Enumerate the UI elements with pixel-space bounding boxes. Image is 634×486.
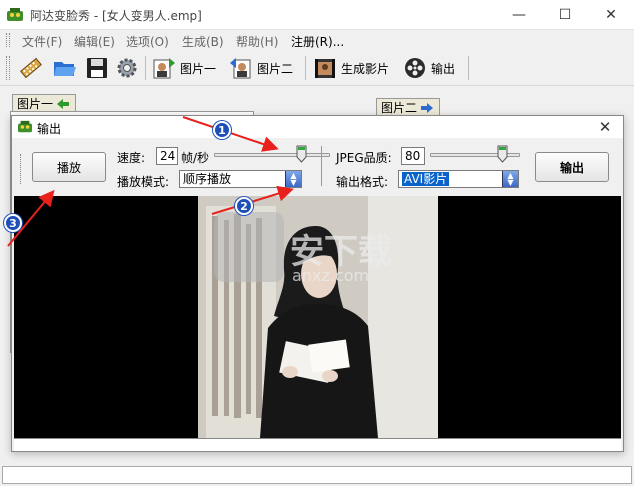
film-reel-icon — [405, 58, 425, 78]
output-toolbar-label: 输出 — [431, 61, 456, 76]
speed-label: 速度: — [117, 151, 146, 165]
picture2-panel-tab[interactable]: 图片二 — [376, 98, 440, 116]
picture-two-icon — [230, 58, 251, 79]
jpeg-quality-slider-thumb[interactable] — [497, 145, 508, 163]
picture1-panel-tab[interactable]: 图片一 — [12, 94, 76, 112]
jpeg-quality-label: JPEG品质: — [336, 151, 392, 165]
output-dialog: 输出 ✕ 播放 速度: 24 帧/秒 播放模式: 顺序播放 ▲ ▼ JPEG品质:… — [11, 115, 624, 452]
generate-movie-button[interactable]: 生成影片 — [312, 55, 389, 81]
output-format-label: 输出格式: — [336, 175, 389, 189]
speed-value[interactable]: 24 — [156, 147, 178, 165]
menu-options[interactable]: 选项(O) — [126, 33, 169, 50]
video-preview: 安下载 anxz.com — [14, 196, 621, 438]
output-format-value: AVI影片 — [402, 172, 450, 186]
play-mode-value: 顺序播放 — [183, 172, 232, 186]
menu-file[interactable]: 文件(F) — [22, 33, 62, 50]
picture-one-icon — [153, 58, 175, 79]
window-titlebar: 阿达变脸秀 - [女人变男人.emp] — ☐ ✕ — [0, 0, 634, 30]
output-format-select[interactable]: AVI影片 ▲ ▼ — [398, 170, 519, 188]
menu-edit[interactable]: 编辑(E) — [74, 33, 115, 50]
toolbar: 图片一 图片二 生成影片 输出 — [0, 50, 634, 86]
speed-slider-thumb[interactable] — [296, 145, 307, 163]
jpeg-quality-value[interactable]: 80 — [401, 147, 425, 165]
dialog-toolbar-grip — [20, 154, 23, 184]
dialog-app-icon — [18, 120, 32, 133]
menu-bar: 文件(F) 编辑(E) 选项(O) 生成(B) 帮助(H) 注册(R)... — [0, 30, 634, 50]
folder-open-icon — [54, 62, 76, 76]
toolbar-separator — [145, 56, 146, 80]
picture2-panel-tab-label: 图片二 — [381, 101, 418, 115]
picture1-label: 图片一 — [180, 61, 217, 76]
dialog-separator — [321, 146, 322, 186]
menu-grip — [6, 33, 10, 47]
speed-unit: 帧/秒 — [181, 151, 210, 165]
maximize-button[interactable]: ☐ — [542, 0, 588, 30]
open-button[interactable] — [52, 55, 78, 81]
play-button[interactable]: 播放 — [32, 152, 106, 182]
annotation-badge-1: 1 — [213, 121, 231, 139]
menu-build[interactable]: 生成(B) — [182, 33, 224, 50]
output-button[interactable]: 输出 — [535, 152, 609, 182]
window-title: 阿达变脸秀 - [女人变男人.emp] — [30, 9, 202, 23]
speed-slider-track[interactable] — [214, 153, 330, 157]
watermark-url: anxz.com — [292, 266, 370, 285]
picture1-panel-tab-label: 图片一 — [17, 97, 54, 111]
annotation-badge-3: 3 — [4, 214, 22, 232]
play-mode-dropdown-arrow[interactable]: ▲ ▼ — [285, 171, 301, 187]
output-format-dropdown-arrow[interactable]: ▲ ▼ — [502, 171, 518, 187]
film-strip-icon — [20, 57, 42, 79]
new-movie-button[interactable] — [18, 55, 44, 81]
menu-help[interactable]: 帮助(H) — [236, 33, 278, 50]
movie-clapper-icon — [315, 59, 335, 78]
toolbar-grip — [6, 56, 10, 80]
dialog-close-button[interactable]: ✕ — [594, 118, 616, 136]
minimize-button[interactable]: — — [496, 0, 542, 30]
blue-arrow-icon — [421, 102, 434, 113]
play-mode-select[interactable]: 顺序播放 ▲ ▼ — [179, 170, 302, 188]
picture2-label: 图片二 — [257, 61, 294, 76]
menu-register[interactable]: 注册(R)... — [291, 33, 344, 50]
gear-icon — [117, 58, 137, 78]
watermark-logo — [214, 212, 284, 282]
dialog-bottom-bar — [14, 438, 621, 451]
generate-movie-label: 生成影片 — [341, 61, 390, 76]
picture1-button[interactable]: 图片一 — [151, 55, 216, 81]
dialog-titlebar: 输出 ✕ — [12, 116, 623, 138]
toolbar-separator — [468, 56, 469, 80]
app-logo-icon — [7, 8, 23, 21]
settings-button[interactable] — [114, 55, 140, 81]
annotation-badge-2: 2 — [235, 197, 253, 215]
close-button[interactable]: ✕ — [588, 0, 634, 30]
toolbar-separator — [305, 56, 306, 80]
save-button[interactable] — [84, 55, 110, 81]
floppy-disk-icon — [87, 58, 107, 78]
picture2-button[interactable]: 图片二 — [228, 55, 293, 81]
output-toolbar-button[interactable]: 输出 — [402, 55, 455, 81]
status-bar — [2, 466, 632, 484]
play-mode-label: 播放模式: — [117, 175, 170, 189]
dialog-title: 输出 — [37, 122, 62, 136]
green-arrow-icon — [57, 98, 70, 109]
